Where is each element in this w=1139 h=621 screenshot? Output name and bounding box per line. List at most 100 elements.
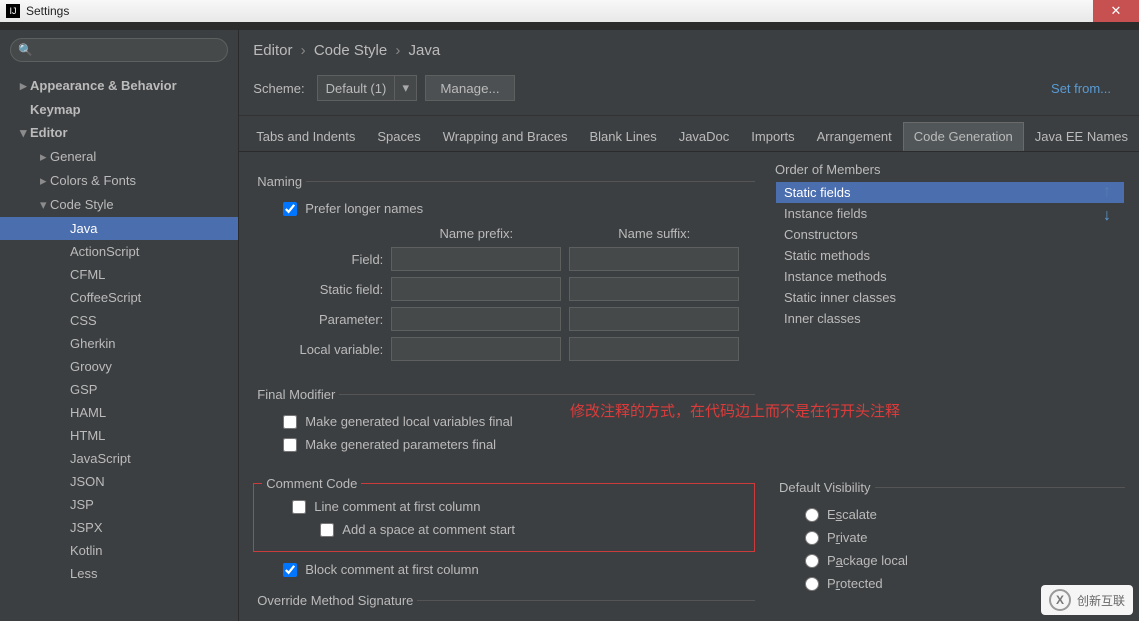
prefer-longer-checkbox[interactable] <box>283 202 297 216</box>
block-comment-checkbox[interactable] <box>283 563 297 577</box>
tab-tabs-and-indents[interactable]: Tabs and Indents <box>245 122 366 151</box>
tree-item-general[interactable]: ▸General <box>0 145 238 169</box>
visibility-legend: Default Visibility <box>775 480 875 495</box>
tree-item-java[interactable]: Java <box>0 217 238 240</box>
tab-blank-lines[interactable]: Blank Lines <box>578 122 667 151</box>
member-item[interactable]: Static fields <box>776 182 1124 203</box>
tree-item-cfml[interactable]: CFML <box>0 263 238 286</box>
tab-arrangement[interactable]: Arrangement <box>806 122 903 151</box>
move-down-icon[interactable]: ↓ <box>1103 207 1111 225</box>
set-from-link[interactable]: Set from... <box>1051 81 1125 96</box>
final-legend: Final Modifier <box>253 387 339 402</box>
tree-item-json[interactable]: JSON <box>0 470 238 493</box>
member-item[interactable]: Instance fields <box>776 203 1124 224</box>
visibility-label: Protected <box>827 576 883 591</box>
chevron-down-icon[interactable]: ▾ <box>394 76 416 100</box>
final-param-checkbox[interactable] <box>283 438 297 452</box>
tree-item-javascript[interactable]: JavaScript <box>0 447 238 470</box>
visibility-label: Escalate <box>827 507 877 522</box>
tree-item-haml[interactable]: HAML <box>0 401 238 424</box>
prefix-input[interactable] <box>391 277 561 301</box>
tree-arrow-icon: ▾ <box>40 197 50 213</box>
scheme-select[interactable]: Default (1) ▾ <box>317 75 418 101</box>
visibility-radio[interactable] <box>805 508 819 522</box>
move-up-icon[interactable]: ↑ <box>1103 183 1111 201</box>
visibility-label: Package local <box>827 553 908 568</box>
scheme-label: Scheme: <box>253 81 304 96</box>
space-comment-checkbox[interactable] <box>320 523 334 537</box>
tree-item-jsp[interactable]: JSP <box>0 493 238 516</box>
tab-java-ee-names[interactable]: Java EE Names <box>1024 122 1139 151</box>
override-legend: Override Method Signature <box>253 593 417 608</box>
suffix-input[interactable] <box>569 307 739 331</box>
visibility-radio[interactable] <box>805 577 819 591</box>
tree-item-jspx[interactable]: JSPX <box>0 516 238 539</box>
prefix-input[interactable] <box>391 337 561 361</box>
prefix-input[interactable] <box>391 247 561 271</box>
tree-item-code-style[interactable]: ▾Code Style <box>0 193 238 217</box>
main-panel: Editor › Code Style › Java Scheme: Defau… <box>239 30 1139 621</box>
final-group: Final Modifier Make generated local vari… <box>253 387 755 464</box>
title-bar: IJ Settings ✕ <box>0 0 1139 22</box>
tree-item-kotlin[interactable]: Kotlin <box>0 539 238 562</box>
member-item[interactable]: Static methods <box>776 245 1124 266</box>
members-list: Static fieldsInstance fieldsConstructors… <box>775 181 1125 330</box>
prefix-input[interactable] <box>391 307 561 331</box>
suffix-input[interactable] <box>569 247 739 271</box>
member-item[interactable]: Static inner classes <box>776 287 1124 308</box>
field-label: Local variable: <box>253 342 383 357</box>
field-label: Parameter: <box>253 312 383 327</box>
tree-item-actionscript[interactable]: ActionScript <box>0 240 238 263</box>
suffix-input[interactable] <box>569 337 739 361</box>
prefix-header: Name prefix: <box>391 226 561 241</box>
naming-legend: Naming <box>253 174 306 189</box>
tree-item-editor[interactable]: ▾Editor <box>0 121 238 145</box>
override-group: Override Method Signature <box>253 593 755 621</box>
tree-item-css[interactable]: CSS <box>0 309 238 332</box>
tree-arrow-icon: ▸ <box>20 78 30 94</box>
line-comment-checkbox[interactable] <box>292 500 306 514</box>
tree-arrow-icon: ▸ <box>40 149 50 165</box>
tree-item-less[interactable]: Less <box>0 562 238 585</box>
tree-item-html[interactable]: HTML <box>0 424 238 447</box>
watermark-icon: X <box>1049 589 1071 611</box>
tree-item-gherkin[interactable]: Gherkin <box>0 332 238 355</box>
visibility-radio[interactable] <box>805 531 819 545</box>
tab-imports[interactable]: Imports <box>740 122 805 151</box>
tree-item-coffeescript[interactable]: CoffeeScript <box>0 286 238 309</box>
breadcrumb: Editor › Code Style › Java <box>239 30 1139 69</box>
app-logo-icon: IJ <box>6 4 20 18</box>
tree-item-gsp[interactable]: GSP <box>0 378 238 401</box>
comment-group: Comment Code Line comment at first colum… <box>253 476 755 552</box>
tree-item-appearance-behavior[interactable]: ▸Appearance & Behavior <box>0 74 238 98</box>
member-item[interactable]: Inner classes <box>776 308 1124 329</box>
tab-spaces[interactable]: Spaces <box>366 122 431 151</box>
breadcrumb-part[interactable]: Editor <box>253 42 292 59</box>
member-item[interactable]: Instance methods <box>776 266 1124 287</box>
close-button[interactable]: ✕ <box>1093 0 1139 22</box>
member-item[interactable]: Constructors <box>776 224 1124 245</box>
tab-javadoc[interactable]: JavaDoc <box>668 122 741 151</box>
tree-arrow-icon: ▸ <box>40 173 50 189</box>
tree-item-keymap[interactable]: Keymap <box>0 98 238 121</box>
field-label: Field: <box>253 252 383 267</box>
tabs: Tabs and IndentsSpacesWrapping and Brace… <box>239 116 1139 152</box>
members-header: Order of Members <box>775 162 1125 177</box>
annotation-text: 修改注释的方式，在代码边上而不是在行开头注释 <box>570 400 900 421</box>
tab-wrapping-and-braces[interactable]: Wrapping and Braces <box>432 122 579 151</box>
tab-code-generation[interactable]: Code Generation <box>903 122 1024 151</box>
breadcrumb-part[interactable]: Code Style <box>314 42 387 59</box>
window-title: Settings <box>26 4 69 18</box>
scheme-row: Scheme: Default (1) ▾ Manage... Set from… <box>239 69 1139 116</box>
suffix-input[interactable] <box>569 277 739 301</box>
search-icon: 🔍 <box>18 43 33 57</box>
final-local-checkbox[interactable] <box>283 415 297 429</box>
visibility-label: Private <box>827 530 867 545</box>
manage-button[interactable]: Manage... <box>425 75 514 101</box>
watermark: X 创新互联 <box>1041 585 1133 615</box>
tree-item-colors-fonts[interactable]: ▸Colors & Fonts <box>0 169 238 193</box>
tree-item-groovy[interactable]: Groovy <box>0 355 238 378</box>
settings-tree: ▸Appearance & BehaviorKeymap▾Editor▸Gene… <box>0 70 238 621</box>
visibility-radio[interactable] <box>805 554 819 568</box>
search-input[interactable] <box>10 38 228 62</box>
